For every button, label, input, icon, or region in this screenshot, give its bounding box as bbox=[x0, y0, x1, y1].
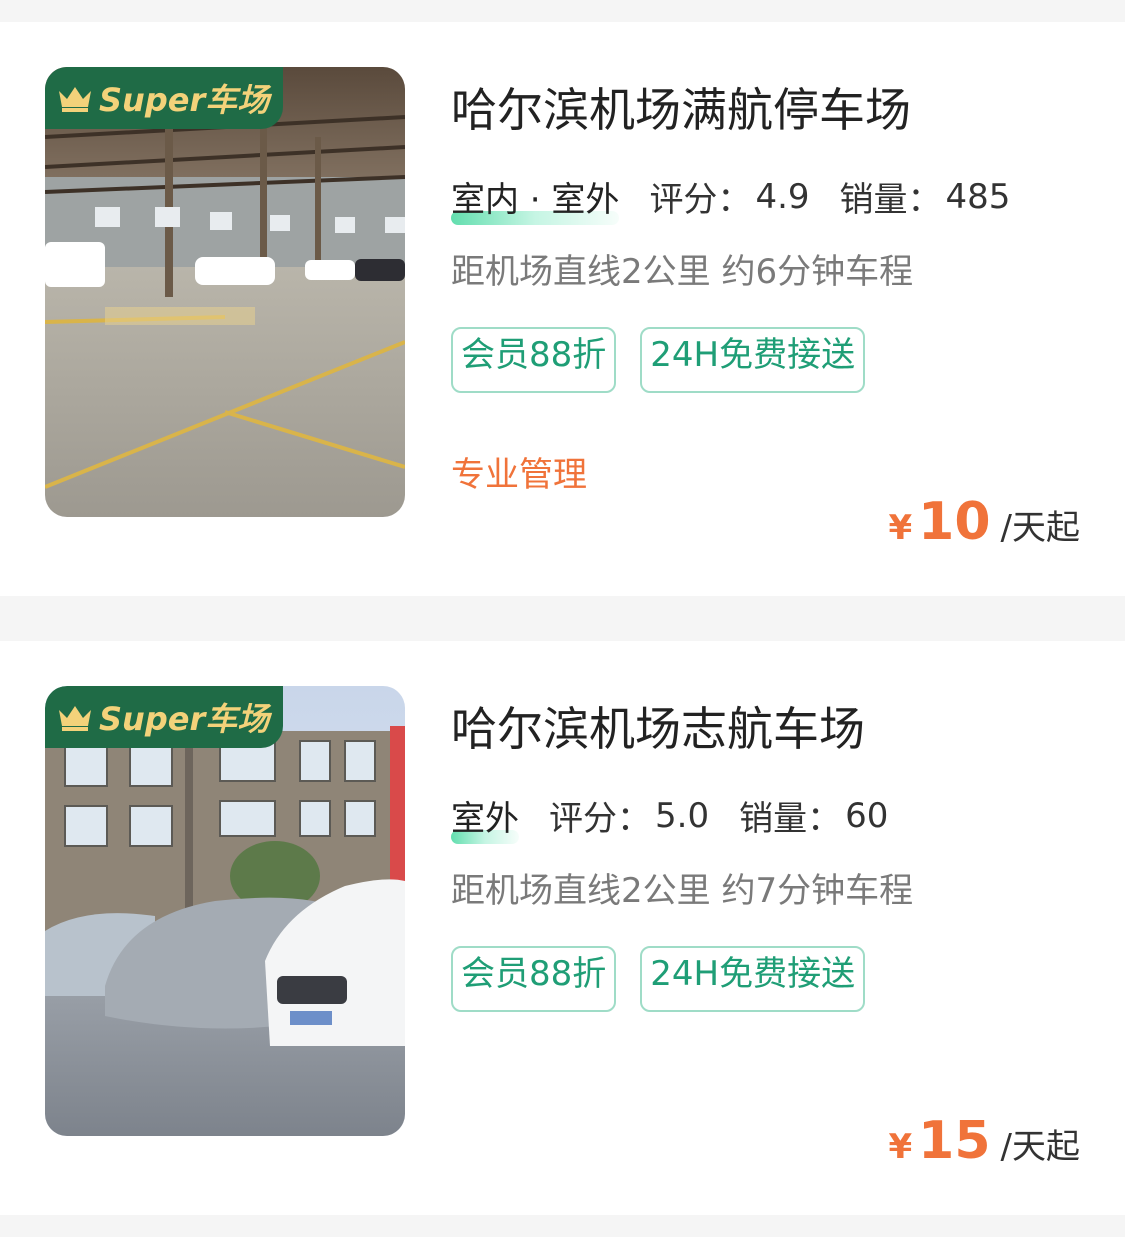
parking-card[interactable]: Super车场 哈尔滨机场满航停车场 室内 · 室外 评分： 4.9 销量： 4… bbox=[0, 22, 1125, 596]
price-unit: /天起 bbox=[1000, 1127, 1080, 1167]
parking-photo[interactable]: Super车场 bbox=[45, 686, 405, 1136]
sales-value: 60 bbox=[845, 795, 889, 836]
parking-meta: 室外 评分： 5.0 销量： 60 bbox=[451, 791, 918, 844]
price: ¥ 10 /天起 bbox=[888, 492, 1080, 552]
parking-title[interactable]: 哈尔滨机场志航车场 bbox=[451, 693, 865, 759]
rating-label: 评分： bbox=[549, 799, 651, 839]
parking-meta: 室内 · 室外 评分： 4.9 销量： 485 bbox=[451, 172, 1040, 225]
currency-symbol: ¥ bbox=[888, 1127, 913, 1167]
parking-type: 室外 bbox=[451, 791, 519, 844]
parking-info: 哈尔滨机场志航车场 室外 评分： 5.0 销量： 60 距机场直线2公里 约7分… bbox=[451, 641, 1080, 1215]
parking-type: 室内 · 室外 bbox=[451, 172, 620, 225]
indoor-warehouse-parking-photo bbox=[45, 67, 405, 517]
feature-text: 专业管理 bbox=[451, 455, 587, 495]
crown-icon bbox=[59, 87, 91, 112]
tag-list: 会员88折 24H免费接送 bbox=[451, 327, 866, 393]
currency-symbol: ¥ bbox=[888, 508, 913, 548]
super-parking-badge: Super车场 bbox=[45, 686, 283, 748]
parking-card[interactable]: Super车场 哈尔滨机场志航车场 室外 评分： 5.0 销量： 60 距机场直… bbox=[0, 641, 1125, 1215]
rating-value: 4.9 bbox=[755, 176, 810, 217]
super-parking-badge: Super车场 bbox=[45, 67, 283, 129]
parking-photo[interactable]: Super车场 bbox=[45, 67, 405, 517]
tag-list: 会员88折 24H免费接送 bbox=[451, 946, 866, 1012]
parking-title[interactable]: 哈尔滨机场满航停车场 bbox=[451, 74, 911, 140]
sales-value: 485 bbox=[945, 176, 1011, 217]
sales-label: 销量： bbox=[739, 799, 842, 839]
sales-label: 销量： bbox=[839, 180, 942, 220]
tag-member-discount: 会员88折 bbox=[451, 946, 617, 1012]
parking-info: 哈尔滨机场满航停车场 室内 · 室外 评分： 4.9 销量： 485 距机场直线… bbox=[451, 22, 1080, 596]
tag-free-shuttle: 24H免费接送 bbox=[640, 327, 866, 393]
outdoor-covered-cars-photo bbox=[45, 686, 405, 1136]
price-amount: 10 bbox=[918, 492, 991, 552]
tag-free-shuttle: 24H免费接送 bbox=[640, 946, 866, 1012]
price-unit: /天起 bbox=[1000, 508, 1080, 548]
badge-label: Super车场 bbox=[99, 81, 270, 119]
crown-icon bbox=[59, 706, 91, 731]
badge-label: Super车场 bbox=[99, 700, 270, 738]
distance-text: 距机场直线2公里 约7分钟车程 bbox=[451, 871, 914, 911]
rating-value: 5.0 bbox=[655, 795, 710, 836]
distance-text: 距机场直线2公里 约6分钟车程 bbox=[451, 252, 914, 292]
tag-member-discount: 会员88折 bbox=[451, 327, 617, 393]
price-amount: 15 bbox=[918, 1111, 991, 1171]
rating-label: 评分： bbox=[649, 180, 752, 220]
price: ¥ 15 /天起 bbox=[888, 1111, 1080, 1171]
